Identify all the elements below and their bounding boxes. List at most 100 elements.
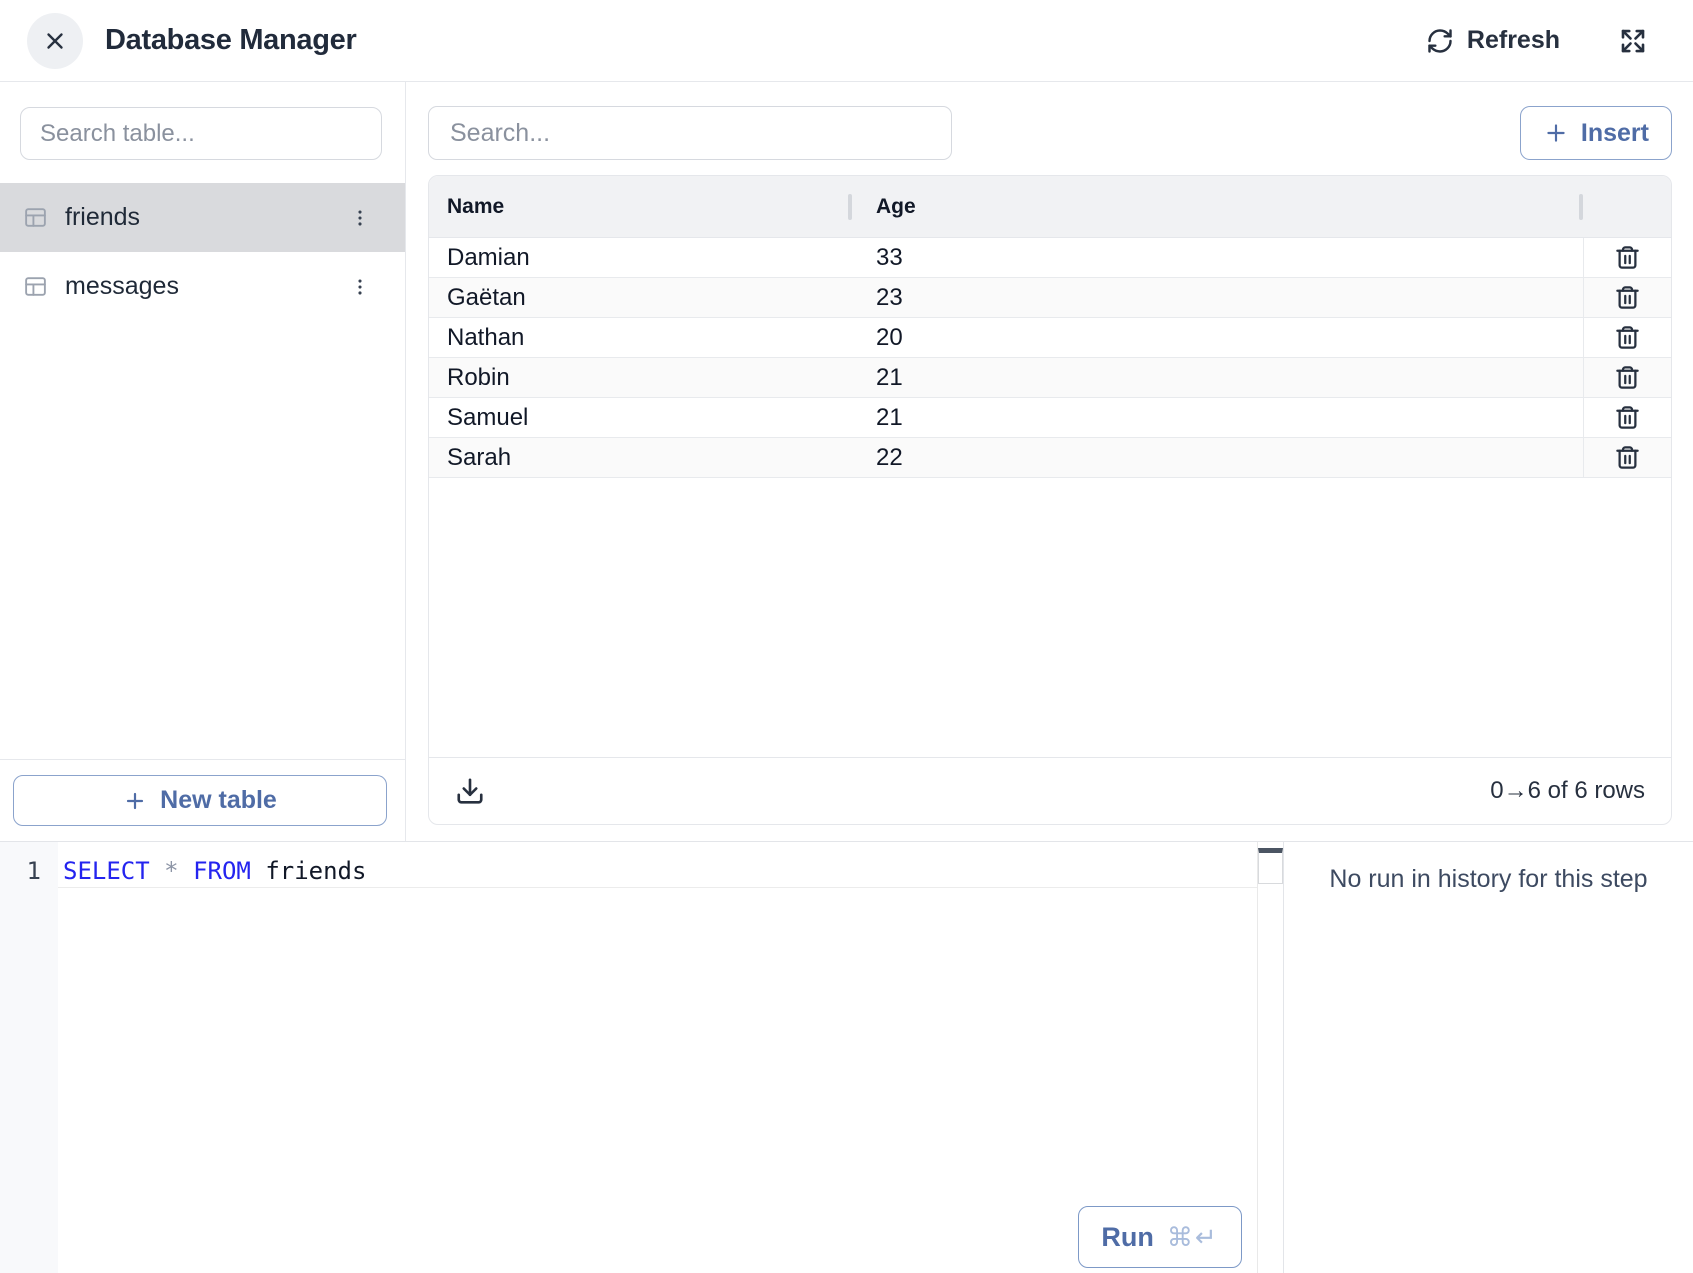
trash-icon: [1614, 244, 1641, 271]
table-options-button[interactable]: [345, 272, 375, 302]
table-header-row: Name Age: [429, 176, 1671, 238]
cell-actions: [1583, 278, 1671, 317]
plus-icon: [123, 789, 147, 813]
expand-icon: [1618, 26, 1648, 56]
code-token: [179, 857, 193, 885]
table-row[interactable]: Gaëtan 23: [429, 278, 1671, 318]
cell-age[interactable]: 33: [850, 238, 1583, 277]
code-token: [251, 857, 265, 885]
fullscreen-button[interactable]: [1618, 26, 1648, 56]
refresh-icon: [1426, 27, 1454, 55]
insert-button[interactable]: Insert: [1520, 106, 1672, 160]
scrollbar-thumb[interactable]: [1258, 848, 1283, 884]
trash-icon: [1614, 364, 1641, 391]
table-name: friends: [65, 203, 140, 232]
code-token: friends: [265, 857, 366, 885]
cell-actions: [1583, 438, 1671, 477]
table-options-button[interactable]: [345, 203, 375, 233]
close-icon: [42, 28, 68, 54]
close-button[interactable]: [27, 13, 83, 69]
trash-icon: [1614, 404, 1641, 431]
main-section: friends messages: [0, 82, 1693, 841]
table-toolbar: Insert: [428, 106, 1672, 160]
delete-row-button[interactable]: [1608, 438, 1647, 477]
editor-gutter: 1: [0, 842, 58, 1273]
table-search-input[interactable]: [20, 107, 382, 160]
refresh-label: Refresh: [1467, 26, 1560, 55]
table-list: friends messages: [0, 183, 405, 321]
delete-row-button[interactable]: [1608, 398, 1647, 437]
row-count: 0→6 of 6 rows: [1490, 777, 1645, 805]
database-manager-app: Database Manager Refresh: [0, 0, 1693, 1273]
sidebar-footer: New table: [0, 759, 405, 841]
cell-age[interactable]: 23: [850, 278, 1583, 317]
table-name: messages: [65, 272, 179, 301]
cell-actions: [1583, 398, 1671, 437]
code-token: [150, 857, 164, 885]
download-icon: [455, 776, 485, 806]
plus-icon: [1543, 120, 1569, 146]
delete-row-button[interactable]: [1608, 358, 1647, 397]
run-shortcut: ⌘↵: [1167, 1222, 1219, 1253]
table-row[interactable]: Sarah 22: [429, 438, 1671, 478]
kebab-icon: [349, 276, 371, 298]
new-table-button[interactable]: New table: [13, 775, 387, 826]
table-panel: Insert Name Age Damian 33: [406, 82, 1693, 841]
search-input[interactable]: [428, 106, 952, 160]
cell-actions: [1583, 358, 1671, 397]
line-number: 1: [0, 855, 41, 888]
sidebar-table-item-messages[interactable]: messages: [0, 252, 405, 321]
cell-name[interactable]: Gaëtan: [429, 278, 850, 317]
code-token: *: [164, 857, 178, 885]
run-button[interactable]: Run ⌘↵: [1078, 1206, 1242, 1268]
kebab-icon: [349, 207, 371, 229]
cell-name[interactable]: Damian: [429, 238, 850, 277]
column-resize-handle[interactable]: [1579, 194, 1583, 220]
cell-actions: [1583, 318, 1671, 357]
bottom-section: 1 SELECT * FROM friends Run ⌘↵ No run in…: [0, 841, 1693, 1273]
topbar-actions: Refresh: [1420, 25, 1648, 56]
table-icon: [23, 205, 48, 230]
editor-scrollbar[interactable]: [1257, 842, 1283, 1273]
code-line[interactable]: SELECT * FROM friends: [58, 855, 1283, 888]
delete-row-button[interactable]: [1608, 318, 1647, 357]
cell-name[interactable]: Nathan: [429, 318, 850, 357]
table-row[interactable]: Nathan 20: [429, 318, 1671, 358]
column-header-name[interactable]: Name: [429, 195, 850, 219]
sql-editor[interactable]: 1 SELECT * FROM friends Run ⌘↵: [0, 842, 1283, 1273]
cell-name[interactable]: Samuel: [429, 398, 850, 437]
topbar: Database Manager Refresh: [0, 0, 1693, 82]
trash-icon: [1614, 284, 1641, 311]
trash-icon: [1614, 324, 1641, 351]
table-footer: 0→6 of 6 rows: [429, 757, 1671, 824]
cell-age[interactable]: 21: [850, 398, 1583, 437]
column-header-age[interactable]: Age: [850, 195, 1583, 219]
download-button[interactable]: [453, 774, 487, 808]
history-empty-message: No run in history for this step: [1284, 865, 1693, 894]
page-title: Database Manager: [105, 24, 356, 57]
table-row[interactable]: Robin 21: [429, 358, 1671, 398]
column-resize-handle[interactable]: [848, 194, 852, 220]
run-label: Run: [1101, 1222, 1153, 1253]
table-icon: [23, 274, 48, 299]
cell-age[interactable]: 22: [850, 438, 1583, 477]
cell-age[interactable]: 21: [850, 358, 1583, 397]
code-token: FROM: [193, 857, 251, 885]
data-table: Name Age Damian 33: [428, 175, 1672, 825]
cell-name[interactable]: Sarah: [429, 438, 850, 477]
table-row[interactable]: Damian 33: [429, 238, 1671, 278]
sidebar: friends messages: [0, 82, 406, 841]
code-token: SELECT: [63, 857, 150, 885]
new-table-label: New table: [160, 786, 277, 815]
delete-row-button[interactable]: [1608, 238, 1647, 277]
table-body: Damian 33 Gaëtan 23: [429, 238, 1671, 478]
table-row[interactable]: Samuel 21: [429, 398, 1671, 438]
cell-actions: [1583, 238, 1671, 277]
cell-age[interactable]: 20: [850, 318, 1583, 357]
trash-icon: [1614, 444, 1641, 471]
refresh-button[interactable]: Refresh: [1420, 25, 1566, 56]
cell-name[interactable]: Robin: [429, 358, 850, 397]
delete-row-button[interactable]: [1608, 278, 1647, 317]
run-history-panel: No run in history for this step: [1283, 842, 1693, 1273]
sidebar-table-item-friends[interactable]: friends: [0, 183, 405, 252]
